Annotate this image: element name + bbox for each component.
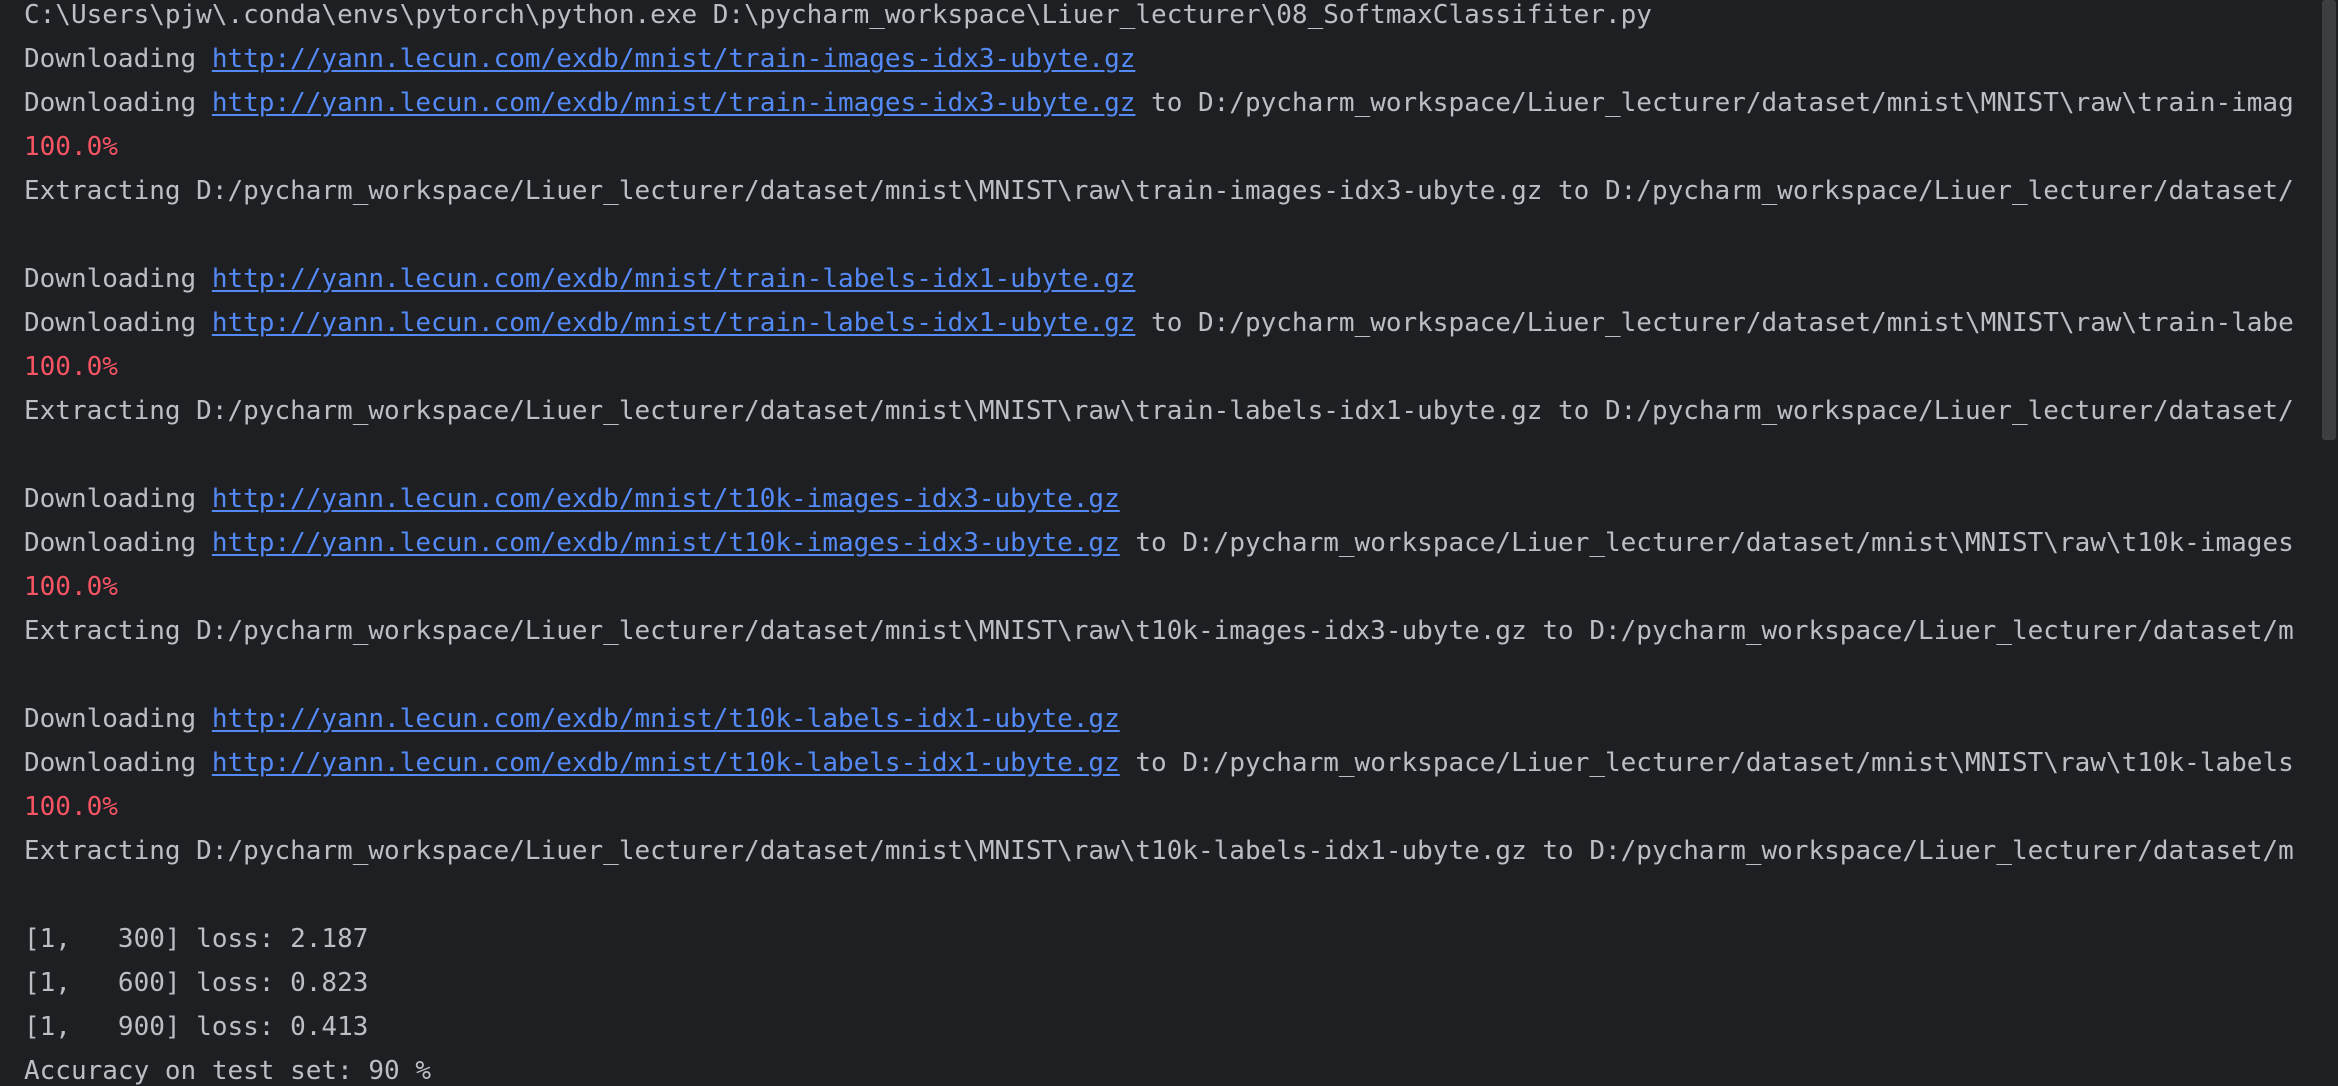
- download-url-link[interactable]: http://yann.lecun.com/exdb/mnist/train-i…: [212, 44, 1136, 74]
- download-line: Downloading http://yann.lecun.com/exdb/m…: [24, 264, 2294, 308]
- download-url-link[interactable]: http://yann.lecun.com/exdb/mnist/train-l…: [212, 308, 1136, 338]
- download-destination: to D:/pycharm_workspace/Liuer_lecturer/d…: [1151, 308, 2294, 338]
- vertical-scrollbar[interactable]: [2314, 0, 2338, 1086]
- download-prefix: Downloading: [24, 264, 212, 294]
- accuracy-line: Accuracy on test set: 90 %: [24, 1056, 431, 1086]
- progress-text: 100.0%: [24, 792, 118, 822]
- download-prefix: Downloading: [24, 308, 212, 338]
- download-line: Downloading http://yann.lecun.com/exdb/m…: [24, 528, 2294, 572]
- download-line: Downloading http://yann.lecun.com/exdb/m…: [24, 44, 2294, 88]
- loss-line: [1, 600] loss: 0.823: [24, 968, 369, 998]
- extract-line: Extracting D:/pycharm_workspace/Liuer_le…: [24, 836, 2294, 866]
- download-url-link[interactable]: http://yann.lecun.com/exdb/mnist/t10k-im…: [212, 484, 1120, 514]
- run-console-output: C:\Users\pjw\.conda\envs\pytorch\python.…: [24, 0, 2294, 1086]
- progress-text: 100.0%: [24, 572, 118, 602]
- download-line: Downloading http://yann.lecun.com/exdb/m…: [24, 484, 2294, 528]
- download-line: Downloading http://yann.lecun.com/exdb/m…: [24, 748, 2294, 792]
- download-prefix: Downloading: [24, 704, 212, 734]
- download-destination: to D:/pycharm_workspace/Liuer_lecturer/d…: [1135, 748, 2294, 778]
- download-line: Downloading http://yann.lecun.com/exdb/m…: [24, 308, 2294, 352]
- download-line: Downloading http://yann.lecun.com/exdb/m…: [24, 704, 2294, 748]
- extract-line: Extracting D:/pycharm_workspace/Liuer_le…: [24, 616, 2294, 646]
- progress-text: 100.0%: [24, 352, 118, 382]
- download-line: Downloading http://yann.lecun.com/exdb/m…: [24, 88, 2294, 132]
- download-url-link[interactable]: http://yann.lecun.com/exdb/mnist/t10k-la…: [212, 748, 1120, 778]
- download-url-link[interactable]: http://yann.lecun.com/exdb/mnist/train-i…: [212, 88, 1136, 118]
- download-url-link[interactable]: http://yann.lecun.com/exdb/mnist/train-l…: [212, 264, 1136, 294]
- download-prefix: Downloading: [24, 748, 212, 778]
- download-prefix: Downloading: [24, 528, 212, 558]
- loss-line: [1, 300] loss: 2.187: [24, 924, 369, 954]
- extract-line: Extracting D:/pycharm_workspace/Liuer_le…: [24, 176, 2294, 206]
- download-prefix: Downloading: [24, 88, 212, 118]
- download-prefix: Downloading: [24, 484, 212, 514]
- command-line: C:\Users\pjw\.conda\envs\pytorch\python.…: [24, 0, 1652, 30]
- download-destination: to D:/pycharm_workspace/Liuer_lecturer/d…: [1151, 88, 2294, 118]
- extract-line: Extracting D:/pycharm_workspace/Liuer_le…: [24, 396, 2294, 426]
- scrollbar-thumb[interactable]: [2322, 0, 2336, 440]
- download-destination: to D:/pycharm_workspace/Liuer_lecturer/d…: [1135, 528, 2294, 558]
- download-url-link[interactable]: http://yann.lecun.com/exdb/mnist/t10k-im…: [212, 528, 1120, 558]
- loss-line: [1, 900] loss: 0.413: [24, 1012, 369, 1042]
- download-url-link[interactable]: http://yann.lecun.com/exdb/mnist/t10k-la…: [212, 704, 1120, 734]
- progress-text: 100.0%: [24, 132, 118, 162]
- download-prefix: Downloading: [24, 44, 212, 74]
